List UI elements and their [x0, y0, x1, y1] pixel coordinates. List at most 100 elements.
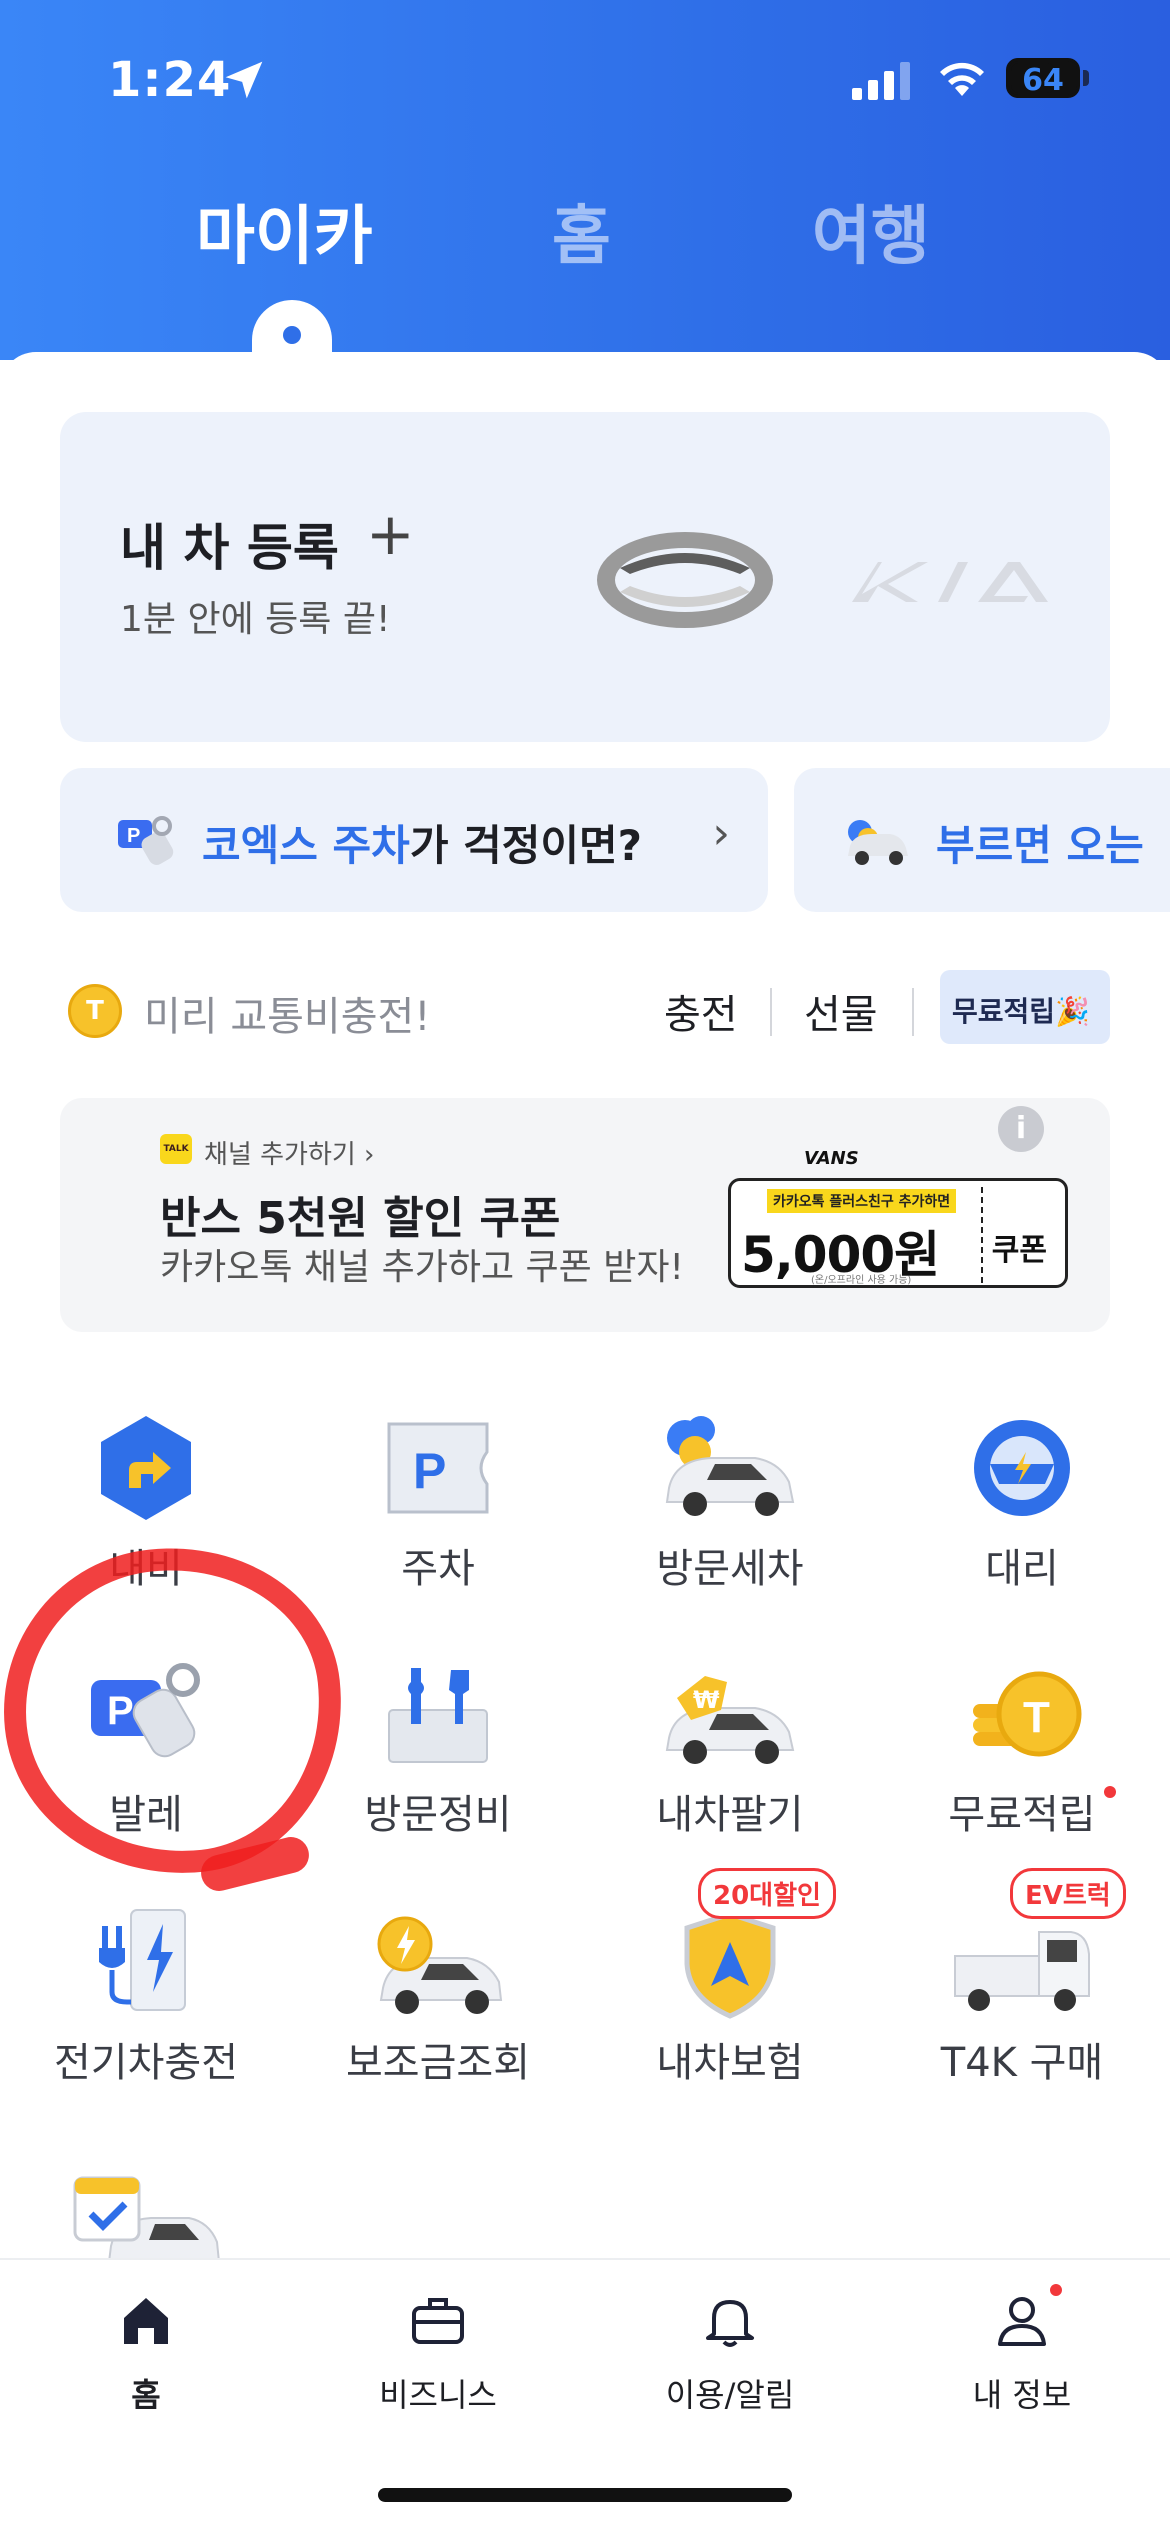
tab-home[interactable]: 홈	[552, 185, 611, 277]
info-icon[interactable]: i	[998, 1106, 1044, 1152]
parking-icon: P	[387, 1422, 489, 1514]
svg-text:T: T	[1023, 1693, 1050, 1742]
svg-text:P: P	[127, 825, 140, 847]
service-car-wash[interactable]: 방문세차	[584, 1408, 876, 1608]
svg-text:P: P	[413, 1443, 446, 1499]
nav-home[interactable]: 홈	[0, 2284, 292, 2414]
insurance-shield-icon	[684, 1911, 776, 2019]
tab-mycar[interactable]: 마이카	[196, 185, 373, 277]
tab-indicator-dot	[283, 326, 301, 344]
service-ev-charging[interactable]: 전기차충전	[0, 1902, 292, 2102]
service-label: 방문세차	[656, 1546, 804, 1592]
ad-banner[interactable]: TALK 채널 추가하기 › 반스 5천원 할인 쿠폰 카카오톡 채널 추가하고…	[60, 1098, 1110, 1332]
service-t4k[interactable]: T4K 구매 EV트럭	[876, 1868, 1168, 2102]
service-label: 내차보험	[656, 2040, 804, 2086]
charge-button[interactable]: 충전	[664, 982, 738, 1040]
sell-car-icon: ₩	[665, 1676, 795, 1764]
register-subtitle: 1분 안에 등록 끝!	[120, 599, 391, 640]
service-subsidy[interactable]: 보조금조회	[292, 1902, 584, 2102]
tab-travel[interactable]: 여행	[812, 185, 930, 277]
app-header: 1:24 64 마이카 홈 여행	[0, 0, 1170, 360]
ev-charger-icon	[99, 1909, 186, 2011]
service-maintenance[interactable]: 방문정비	[292, 1654, 584, 1854]
notification-dot	[1104, 1786, 1116, 1798]
service-navi[interactable]: 내비	[0, 1408, 292, 1608]
nav-business[interactable]: 비즈니스	[292, 2284, 584, 2414]
coupon-divider	[981, 1187, 983, 1283]
briefcase-icon	[412, 2298, 464, 2344]
toolbox-icon	[388, 1668, 488, 1763]
valet-parking-icon: P	[118, 816, 174, 865]
car-wash-icon	[665, 1416, 795, 1516]
service-sell-car[interactable]: ₩ 내차팔기	[584, 1654, 876, 1854]
service-free-points[interactable]: T 무료적립	[876, 1654, 1168, 1854]
nav-label: 홈	[131, 2376, 161, 2414]
service-label: 내비	[109, 1546, 183, 1592]
service-label: T4K 구매	[940, 2040, 1104, 2086]
register-title: 내 차 등록	[120, 519, 339, 577]
car-wash-small-icon	[848, 820, 908, 865]
service-label: 전기차충전	[54, 2040, 238, 2086]
subsidy-car-icon	[377, 1916, 503, 2014]
ev-truck-badge: EV트럭	[1010, 1868, 1126, 1919]
service-label: 내차팔기	[656, 1792, 804, 1838]
kakaotalk-icon: TALK	[160, 1134, 192, 1164]
ad-title: 반스 5천원 할인 쿠폰	[160, 1193, 561, 1244]
discount-badge: 20대할인	[698, 1868, 836, 1919]
promo-text: 부르면 오는	[936, 821, 1144, 870]
top-tabs: 마이카 홈 여행	[0, 185, 1170, 275]
divider	[912, 988, 914, 1036]
bell-icon	[706, 2300, 754, 2347]
service-label: 대리	[985, 1546, 1059, 1592]
service-insurance[interactable]: 내차보험 20대할인	[584, 1868, 876, 2102]
promo-text: 코엑스 주차가 걱정이면?	[202, 821, 643, 870]
svg-text:P: P	[107, 1689, 134, 1733]
promo-call-service[interactable]: 부르면 오는	[794, 768, 1170, 912]
truck-icon	[954, 1931, 1090, 2011]
nav-my-info[interactable]: 내 정보	[876, 2284, 1168, 2414]
valet-icon: P	[91, 1663, 200, 1758]
ad-subtitle: 카카오톡 채널 추가하고 쿠폰 받자!	[160, 1247, 684, 1288]
service-label: 방문정비	[364, 1792, 512, 1838]
coupon-body: 카카오톡 플러스친구 추가하면 5,000원 쿠폰 (온/오프라인 사용 가능)	[728, 1178, 1068, 1288]
coin-stack-icon: T	[973, 1671, 1082, 1757]
battery-cap	[1083, 70, 1089, 86]
charge-prompt[interactable]: 미리 교통비충전!	[144, 984, 430, 1042]
service-label: 무료적립	[948, 1792, 1096, 1838]
person-icon	[998, 2297, 1046, 2346]
kia-logo	[852, 562, 1048, 602]
location-arrow-icon	[225, 61, 263, 99]
gift-button[interactable]: 선물	[804, 982, 878, 1040]
transit-charge-row: T 미리 교통비충전! 충전 선물 무료적립🎉	[60, 970, 1110, 1050]
promo-coex-parking[interactable]: P 코엑스 주차가 걱정이면? ›	[60, 768, 768, 912]
plus-icon: +	[366, 500, 415, 568]
add-channel-link[interactable]: 채널 추가하기 ›	[204, 1134, 374, 1171]
status-time: 1:24	[108, 52, 232, 108]
wifi-icon	[940, 62, 984, 96]
steering-wheel-icon	[974, 1420, 1070, 1516]
register-car-card[interactable]: 내 차 등록 + 1분 안에 등록 끝!	[60, 412, 1110, 742]
renault-samsung-logo	[597, 532, 773, 628]
nav-activity-notifications[interactable]: 이용/알림	[584, 2284, 876, 2414]
coupon-fine-print: (온/오프라인 사용 가능)	[811, 1275, 912, 1286]
coupon-brand: VANS	[804, 1148, 859, 1169]
home-indicator[interactable]	[378, 2488, 792, 2502]
svg-text:₩: ₩	[693, 1686, 720, 1714]
service-parking[interactable]: P 주차	[292, 1408, 584, 1608]
coupon-image: VANS 카카오톡 플러스친구 추가하면 5,000원 쿠폰 (온/오프라인 사…	[728, 1148, 1068, 1294]
chevron-right-icon: ›	[712, 808, 730, 859]
free-points-button[interactable]: 무료적립🎉	[940, 970, 1110, 1044]
battery-icon: 64	[1006, 58, 1080, 98]
nav-label: 내 정보	[972, 2376, 1072, 2414]
notification-dot	[1050, 2284, 1062, 2296]
service-designated-driver[interactable]: 대리	[876, 1408, 1168, 1608]
home-icon	[124, 2298, 168, 2344]
service-label: 주차	[401, 1546, 475, 1592]
nav-label: 비즈니스	[379, 2376, 497, 2414]
service-label: 발레	[109, 1792, 183, 1838]
service-valet[interactable]: P 발레	[0, 1654, 292, 1854]
cellular-signal-icon	[852, 62, 910, 100]
coupon-top-text: 카카오톡 플러스친구 추가하면	[767, 1189, 957, 1213]
coupon-label: 쿠폰	[991, 1233, 1047, 1268]
navigation-icon	[101, 1416, 191, 1520]
